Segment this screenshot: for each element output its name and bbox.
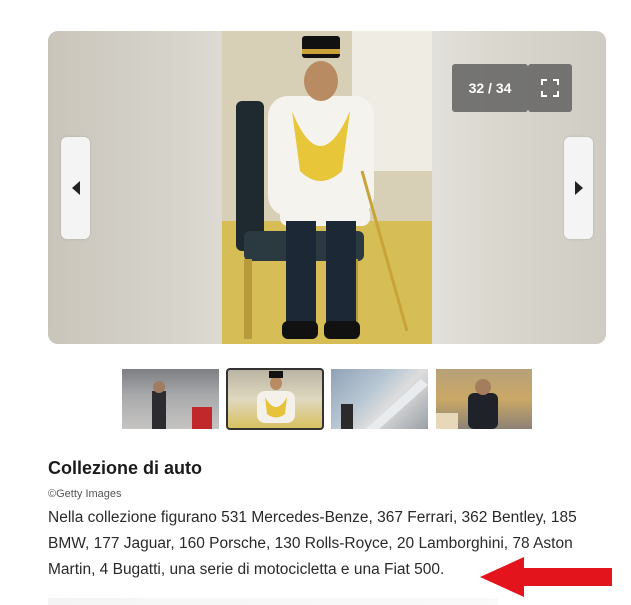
gallery-photo-illustration <box>222 31 432 344</box>
faded-text-line <box>48 598 498 605</box>
thumbnail-4[interactable] <box>435 369 532 429</box>
fullscreen-button[interactable] <box>528 64 572 112</box>
thumbnail-3[interactable] <box>331 369 428 429</box>
next-image-button[interactable] <box>564 137 593 239</box>
thumbnail-2-illustration <box>256 371 295 423</box>
thumbnail-4-illustration <box>435 379 498 429</box>
thumbnail-strip <box>122 368 532 430</box>
fullscreen-icon <box>541 79 559 97</box>
image-credit: ©Getty Images <box>48 488 122 500</box>
thumbnail-1-illustration <box>152 381 212 429</box>
thumbnail-2[interactable] <box>225 368 324 430</box>
thumbnail-3-illustration <box>341 379 428 429</box>
red-arrow-annotation <box>480 557 612 597</box>
image-counter: 32 / 34 <box>452 64 528 112</box>
gallery-photo <box>222 31 432 344</box>
triangle-left-icon <box>71 181 80 195</box>
section-title: Collezione di auto <box>48 458 203 478</box>
image-gallery: 32 / 34 <box>48 31 606 344</box>
previous-image-button[interactable] <box>61 137 90 239</box>
triangle-right-icon <box>574 181 583 195</box>
thumbnail-1[interactable] <box>122 369 219 429</box>
